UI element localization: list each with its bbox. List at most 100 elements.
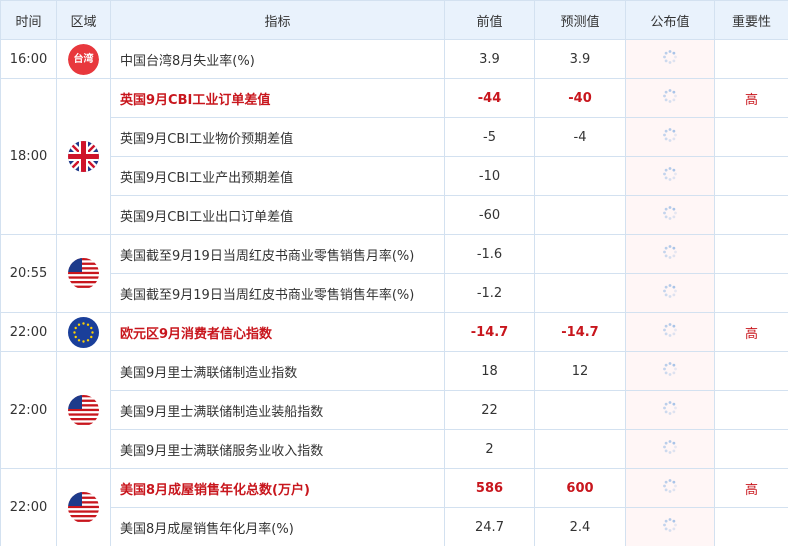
table-row[interactable]: 20:55 美国截至9月19日当周红皮书商业零售销售月率(%) -1.6 — [0, 234, 788, 313]
importance-level — [714, 234, 788, 274]
importance-level — [714, 117, 788, 157]
actual-value — [625, 78, 715, 118]
forecast-value — [534, 156, 626, 196]
loading-spinner-icon — [662, 322, 678, 342]
previous-value: -44 — [444, 78, 535, 118]
region-cell — [56, 351, 111, 469]
table-row[interactable]: 22:00 美国9月里士满联储制造业指数 18 12 — [0, 351, 788, 469]
importance-level — [714, 39, 788, 79]
importance-level — [714, 156, 788, 196]
actual-value — [625, 195, 715, 235]
actual-value — [625, 117, 715, 157]
indicator-name[interactable]: 英国9月CBI工业物价预期差值 — [110, 117, 445, 157]
forecast-value: 600 — [534, 468, 626, 508]
actual-value — [625, 429, 715, 469]
indicator-name[interactable]: 美国9月里士满联储服务业收入指数 — [110, 429, 445, 469]
importance-level: 高 — [714, 78, 788, 118]
importance-level — [714, 507, 788, 546]
loading-spinner-icon — [662, 400, 678, 420]
indicator-name[interactable]: 英国9月CBI工业产出预期差值 — [110, 156, 445, 196]
forecast-value: -40 — [534, 78, 626, 118]
table-row[interactable]: 美国9月里士满联储服务业收入指数 2 — [1, 429, 788, 469]
actual-value — [625, 351, 715, 391]
table-body: 16:00 台湾 中国台湾8月失业率(%) 3.9 3.9 18:00 英国9月CBI工业… — [0, 39, 788, 546]
event-time: 22:00 — [0, 351, 57, 469]
loading-spinner-icon — [662, 49, 678, 69]
indicator-name[interactable]: 美国9月里士满联储制造业装船指数 — [110, 390, 445, 430]
indicator-name[interactable]: 美国截至9月19日当周红皮书商业零售销售年率(%) — [110, 273, 445, 313]
loading-spinner-icon — [662, 439, 678, 459]
header-actual: 公布值 — [625, 0, 715, 40]
importance-level — [714, 195, 788, 235]
indicator-name[interactable]: 欧元区9月消费者信心指数 — [110, 312, 445, 352]
indicator-name[interactable]: 中国台湾8月失业率(%) — [110, 39, 445, 79]
indicator-name[interactable]: 美国8月成屋销售年化总数(万户) — [110, 468, 445, 508]
forecast-value: -4 — [534, 117, 626, 157]
header-region: 区域 — [56, 0, 111, 40]
forecast-value — [534, 195, 626, 235]
region-cell — [56, 234, 111, 313]
flag-label: 台湾 — [73, 53, 94, 65]
previous-value: 586 — [444, 468, 535, 508]
forecast-value: 3.9 — [534, 39, 626, 79]
region-cell — [56, 78, 111, 235]
indicator-name[interactable]: 美国9月里士满联储制造业指数 — [110, 351, 445, 391]
importance-level: 高 — [714, 312, 788, 352]
economic-calendar-table: 时间 区域 指标 前值 预测值 公布值 重要性 16:00 台湾 中国台湾8月失业率… — [0, 0, 788, 546]
loading-spinner-icon — [662, 361, 678, 381]
previous-value: 3.9 — [444, 39, 535, 79]
actual-value — [625, 273, 715, 313]
table-row[interactable]: 美国8月成屋销售年化月率(%) 24.7 2.4 — [1, 507, 788, 546]
indicator-name[interactable]: 英国9月CBI工业出口订单差值 — [110, 195, 445, 235]
table-row[interactable]: 16:00 台湾 中国台湾8月失业率(%) 3.9 3.9 — [0, 39, 788, 79]
event-time: 22:00 — [0, 468, 57, 546]
previous-value: -14.7 — [444, 312, 535, 352]
indicator-name[interactable]: 美国截至9月19日当周红皮书商业零售销售月率(%) — [110, 234, 445, 274]
forecast-value — [534, 273, 626, 313]
previous-value: -10 — [444, 156, 535, 196]
forecast-value — [534, 234, 626, 274]
tw-flag-icon: 台湾 — [68, 43, 99, 75]
table-row[interactable]: 美国9月里士满联储制造业装船指数 22 — [1, 390, 788, 430]
uk-flag-icon — [68, 141, 99, 172]
loading-spinner-icon — [662, 88, 678, 108]
actual-value — [625, 156, 715, 196]
us-flag-icon — [68, 492, 99, 523]
loading-spinner-icon — [662, 166, 678, 186]
previous-value: 24.7 — [444, 507, 535, 546]
importance-level — [714, 273, 788, 313]
region-cell — [56, 312, 111, 352]
actual-value — [625, 468, 715, 508]
table-row[interactable]: 英国9月CBI工业产出预期差值 -10 — [1, 156, 788, 196]
previous-value: 18 — [444, 351, 535, 391]
table-row[interactable]: 22:00 欧元区9月消费者信心指数 -14.7 -14.7 高 — [0, 312, 788, 352]
table-row[interactable]: 22:00 美国8月成屋销售年化总数(万户) 586 600 高 — [0, 468, 788, 546]
importance-level — [714, 429, 788, 469]
actual-value — [625, 390, 715, 430]
table-row[interactable]: 英国9月CBI工业出口订单差值 -60 — [1, 195, 788, 235]
event-time: 16:00 — [0, 39, 57, 79]
forecast-value: -14.7 — [534, 312, 626, 352]
us-flag-icon — [68, 258, 99, 289]
loading-spinner-icon — [662, 517, 678, 537]
actual-value — [625, 39, 715, 79]
table-row[interactable]: 18:00 英国9月CBI工业订单差值 -44 -40 高 — [0, 78, 788, 235]
importance-level — [714, 351, 788, 391]
previous-value: 22 — [444, 390, 535, 430]
indicator-name[interactable]: 英国9月CBI工业订单差值 — [110, 78, 445, 118]
forecast-value: 2.4 — [534, 507, 626, 546]
eu-flag-icon — [68, 316, 99, 348]
table-row[interactable]: 美国截至9月19日当周红皮书商业零售销售年率(%) -1.2 — [1, 273, 788, 313]
previous-value: -1.6 — [444, 234, 535, 274]
actual-value — [625, 507, 715, 546]
indicator-name[interactable]: 美国8月成屋销售年化月率(%) — [110, 507, 445, 546]
header-importance: 重要性 — [714, 0, 788, 40]
importance-level — [714, 390, 788, 430]
table-header-row: 时间 区域 指标 前值 预测值 公布值 重要性 — [0, 0, 788, 40]
table-row[interactable]: 英国9月CBI工业物价预期差值 -5 -4 — [1, 117, 788, 157]
region-cell: 台湾 — [56, 39, 111, 79]
event-time: 22:00 — [0, 312, 57, 352]
loading-spinner-icon — [662, 205, 678, 225]
loading-spinner-icon — [662, 283, 678, 303]
event-time: 18:00 — [0, 78, 57, 235]
